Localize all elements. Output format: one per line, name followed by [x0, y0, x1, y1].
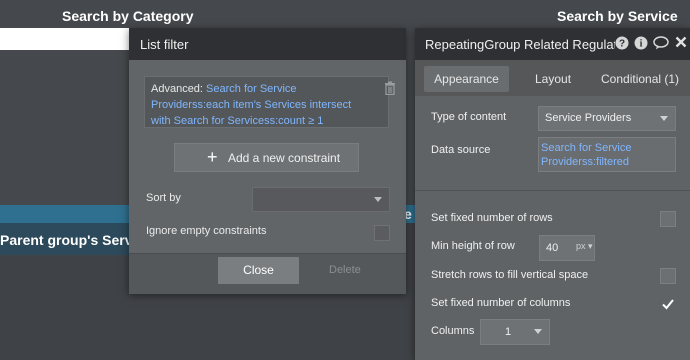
fixed-columns-checkbox[interactable] — [660, 296, 676, 312]
type-of-content-dropdown[interactable]: Service Providers — [538, 106, 676, 131]
stretch-rows-checkbox[interactable] — [660, 268, 676, 284]
chevron-down-icon — [534, 329, 542, 334]
category-search-input[interactable] — [0, 28, 132, 50]
list-filter-title: List filter — [140, 37, 189, 52]
min-height-label: Min height of row — [431, 240, 515, 252]
list-filter-header[interactable]: List filter — [129, 28, 406, 60]
trash-icon[interactable] — [384, 81, 396, 95]
chevron-down-icon — [374, 197, 382, 202]
svg-text:i: i — [640, 39, 643, 50]
min-height-input[interactable]: 40 px ▾ — [539, 235, 595, 261]
delete-button[interactable]: Delete — [329, 264, 361, 276]
tab-layout[interactable]: Layout — [535, 66, 571, 92]
min-height-unit: px — [576, 241, 586, 251]
ignore-empty-checkbox[interactable] — [374, 225, 390, 241]
add-constraint-button[interactable]: + Add a new constraint — [174, 143, 359, 172]
add-constraint-label: Add a new constraint — [228, 151, 341, 165]
sort-by-dropdown[interactable] — [252, 187, 390, 212]
type-of-content-value: Service Providers — [545, 112, 632, 124]
data-source-value: Search for Service Providerss:filtered — [541, 142, 632, 168]
list-filter-popup: List filter Advanced: Search for Service… — [129, 28, 406, 294]
stretch-rows-label: Stretch rows to fill vertical space — [431, 269, 589, 281]
parent-group-text: Parent group's Servic — [0, 232, 145, 248]
close-button[interactable]: Close — [218, 257, 299, 284]
ignore-empty-label: Ignore empty constraints — [146, 225, 267, 237]
columns-label: Columns — [431, 325, 475, 337]
columns-value: 1 — [505, 326, 512, 338]
element-title[interactable]: RepeatingGroup Related Regulatio — [425, 37, 615, 52]
tab-appearance[interactable]: Appearance — [424, 66, 509, 92]
help-icon[interactable]: ? — [615, 36, 629, 50]
svg-text:?: ? — [619, 39, 625, 50]
sort-by-label: Sort by — [146, 192, 181, 204]
close-icon[interactable] — [674, 36, 688, 50]
min-height-value: 40 — [546, 242, 559, 254]
fixed-rows-label: Set fixed number of rows — [431, 212, 553, 224]
comment-icon[interactable] — [653, 36, 669, 50]
unit-dropdown[interactable]: px ▾ — [576, 241, 593, 252]
search-by-category-heading: Search by Category — [62, 8, 194, 24]
constraint-prefix: Advanced: — [151, 83, 203, 95]
chevron-down-icon — [660, 116, 668, 121]
data-source-expression[interactable]: Search for Service Providerss:filtered — [538, 137, 676, 172]
advanced-constraint[interactable]: Advanced: Search for Service Providerss:… — [144, 76, 389, 128]
info-icon[interactable]: i — [634, 36, 648, 50]
data-source-label: Data source — [431, 144, 491, 156]
parent-group-band[interactable]: Parent group's Servic — [0, 223, 144, 255]
property-editor-panel: RepeatingGroup Related Regulatio ? i App… — [415, 28, 690, 360]
type-of-content-label: Type of content — [431, 111, 507, 123]
columns-dropdown[interactable]: 1 — [480, 319, 550, 345]
plus-icon: + — [207, 147, 218, 167]
fixed-rows-checkbox[interactable] — [660, 211, 676, 227]
fixed-columns-label: Set fixed number of columns — [431, 297, 571, 309]
search-by-service-heading: Search by Service — [557, 8, 678, 24]
tab-conditional[interactable]: Conditional (1) — [601, 66, 679, 92]
section-divider — [415, 190, 690, 191]
checkmark-icon — [662, 299, 674, 310]
group-header-band — [0, 205, 135, 223]
